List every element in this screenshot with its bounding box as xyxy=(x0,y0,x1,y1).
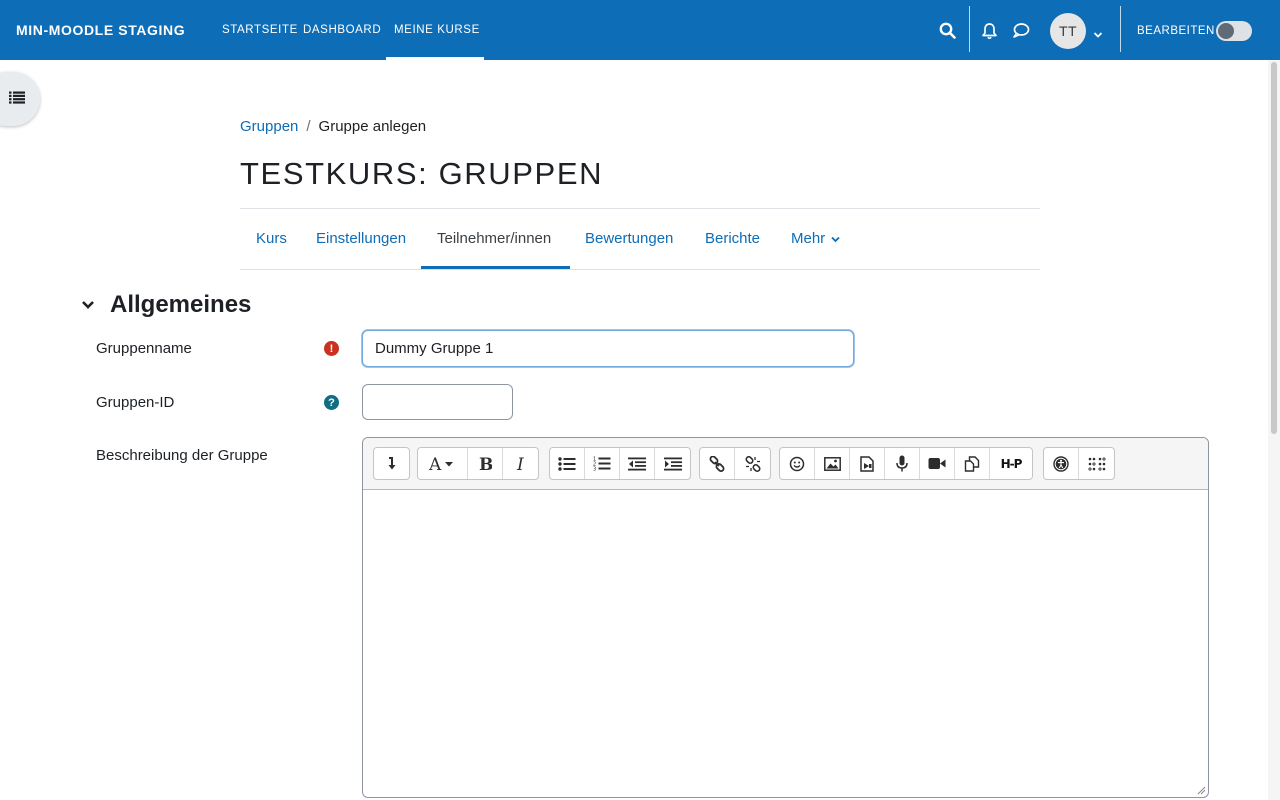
numbered-list-icon[interactable]: 123 xyxy=(585,448,620,479)
course-index-toggle[interactable] xyxy=(0,72,40,126)
outdent-icon[interactable] xyxy=(620,448,655,479)
chevron-down-icon xyxy=(82,301,94,309)
bullet-list-icon[interactable] xyxy=(550,448,585,479)
top-navbar: MIN-MOODLE STAGING STARTSEITE DASHBOARD … xyxy=(0,0,1280,60)
group-name-label: Gruppenname xyxy=(96,340,192,357)
bold-icon[interactable]: B xyxy=(468,448,503,479)
nav-separator xyxy=(1120,6,1121,52)
breadcrumb-link-gruppen[interactable]: Gruppen xyxy=(240,118,298,135)
record-audio-icon[interactable] xyxy=(885,448,920,479)
nav-separator xyxy=(969,6,970,52)
tab-einstellungen[interactable]: Einstellungen xyxy=(316,230,406,247)
collapse-icon[interactable] xyxy=(374,448,409,479)
link-icon[interactable] xyxy=(700,448,735,479)
accessibility-checker-icon[interactable] xyxy=(1044,448,1079,479)
resize-handle-icon[interactable] xyxy=(1196,785,1206,795)
required-icon: ! xyxy=(324,341,339,356)
toolbar-group-media: H-P xyxy=(779,447,1033,480)
editor-content-area[interactable] xyxy=(363,491,1208,797)
nav-link-dashboard[interactable]: DASHBOARD xyxy=(303,24,381,36)
bell-icon[interactable] xyxy=(981,22,998,45)
italic-icon[interactable]: I xyxy=(503,448,538,479)
svg-text:I: I xyxy=(516,456,524,472)
list-icon xyxy=(9,91,25,104)
breadcrumb: Gruppen / Gruppe anlegen xyxy=(240,118,426,135)
toolbar-group-links xyxy=(699,447,771,480)
group-description-label: Beschreibung der Gruppe xyxy=(96,447,268,464)
page-title: TESTKURS: GRUPPEN xyxy=(240,156,604,191)
toggle-knob xyxy=(1218,23,1234,39)
breadcrumb-current: Gruppe anlegen xyxy=(318,118,427,135)
tab-mehr-label: Mehr xyxy=(791,230,826,247)
tab-bewertungen[interactable]: Bewertungen xyxy=(585,230,673,247)
svg-text:3: 3 xyxy=(593,467,596,472)
group-id-input[interactable] xyxy=(362,384,513,420)
nav-active-indicator xyxy=(386,57,484,60)
chat-icon[interactable] xyxy=(1012,22,1030,44)
nav-link-meine-kurse[interactable]: MEINE KURSE xyxy=(394,24,480,36)
svg-text:A: A xyxy=(428,456,442,472)
h5p-icon[interactable]: H-P xyxy=(990,448,1032,479)
tab-mehr[interactable]: Mehr xyxy=(791,230,840,247)
image-icon[interactable] xyxy=(815,448,850,479)
search-icon[interactable] xyxy=(939,22,956,44)
tab-teilnehmer[interactable]: Teilnehmer/innen xyxy=(437,230,551,247)
toolbar-group-style: A B I xyxy=(417,447,539,480)
toolbar-group-lists: 123 xyxy=(549,447,691,480)
scrollbar-thumb[interactable] xyxy=(1271,62,1277,434)
course-secondary-nav: Kurs Einstellungen Teilnehmer/innen Bewe… xyxy=(240,208,1040,270)
chevron-down-icon xyxy=(831,236,840,242)
help-icon[interactable]: ? xyxy=(324,395,339,410)
toolbar-group-collapse xyxy=(373,447,410,480)
edit-mode-label: BEARBEITEN xyxy=(1137,25,1215,37)
edit-mode-toggle[interactable] xyxy=(1216,21,1252,41)
emoji-icon[interactable] xyxy=(780,448,815,479)
manage-files-icon[interactable] xyxy=(955,448,990,479)
font-style-icon[interactable]: A xyxy=(418,448,468,479)
toolbar-group-accessibility xyxy=(1043,447,1115,480)
site-brand[interactable]: MIN-MOODLE STAGING xyxy=(16,22,185,38)
record-video-icon[interactable] xyxy=(920,448,955,479)
group-id-label: Gruppen-ID xyxy=(96,394,175,411)
chevron-down-icon[interactable] xyxy=(1093,26,1103,44)
description-editor: A B I 123 H-P xyxy=(362,437,1209,798)
svg-text:B: B xyxy=(479,456,492,472)
tab-kurs[interactable]: Kurs xyxy=(256,230,287,247)
section-title: Allgemeines xyxy=(110,291,252,318)
breadcrumb-separator: / xyxy=(306,118,311,135)
tab-active-indicator xyxy=(421,266,570,269)
h5p-label: H-P xyxy=(1000,456,1023,471)
group-name-input[interactable] xyxy=(362,330,854,367)
section-toggle-allgemeines[interactable]: Allgemeines xyxy=(80,290,251,320)
user-avatar[interactable]: TT xyxy=(1050,13,1086,49)
unlink-icon[interactable] xyxy=(735,448,770,479)
editor-toolbar: A B I 123 H-P xyxy=(363,438,1208,490)
tab-berichte[interactable]: Berichte xyxy=(705,230,760,247)
indent-icon[interactable] xyxy=(655,448,690,479)
nav-link-startseite[interactable]: STARTSEITE xyxy=(222,24,298,36)
screenreader-helper-icon[interactable] xyxy=(1079,448,1114,479)
media-file-icon[interactable] xyxy=(850,448,885,479)
